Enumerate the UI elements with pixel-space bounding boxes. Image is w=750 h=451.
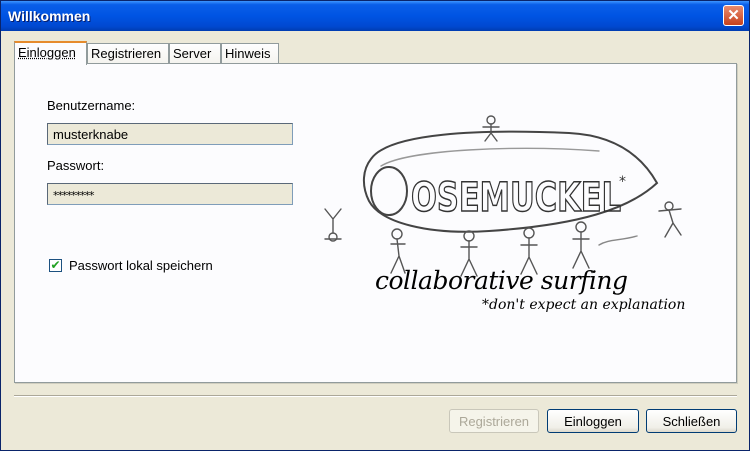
password-label: Passwort: (47, 158, 105, 173)
remember-password-label: Passwort lokal speichern (69, 258, 213, 273)
username-field[interactable] (47, 123, 293, 145)
footer-divider (14, 395, 737, 397)
tab-label: Hinweis (225, 46, 271, 61)
tab-server[interactable]: Server (169, 43, 221, 64)
remember-password-checkbox[interactable]: ✔ (49, 259, 62, 272)
tab-registrieren[interactable]: Registrieren (87, 43, 169, 64)
close-window-button[interactable]: ✕ (723, 5, 744, 26)
login-button[interactable]: Einloggen (547, 409, 639, 433)
logo-asterisk: * (619, 174, 626, 190)
password-field[interactable] (47, 183, 293, 205)
logo-caption: collaborative surfing (375, 266, 628, 295)
logo-wordmark: OSEMUCKEL (411, 175, 621, 221)
window-title: Willkommen (8, 8, 91, 24)
tab-label: Server (173, 46, 212, 61)
osemuckel-logo: OSEMUCKEL * collaborative surfing *don't… (319, 111, 701, 321)
tab-einloggen[interactable]: Einloggen (14, 41, 87, 65)
username-label: Benutzername: (47, 98, 136, 113)
close-button[interactable]: Schließen (646, 409, 737, 433)
tab-hinweis[interactable]: Hinweis (221, 43, 279, 64)
logo-subcaption: *don't expect an explanation (482, 297, 686, 313)
check-icon: ✔ (50, 258, 61, 272)
login-dialog: Willkommen ✕ Einloggen Registrieren Serv… (0, 0, 750, 451)
close-icon: ✕ (727, 7, 740, 24)
tab-label: Einloggen (18, 45, 76, 60)
tab-label: Registrieren (91, 46, 162, 61)
title-bar[interactable]: Willkommen ✕ (1, 1, 749, 31)
register-button[interactable]: Registrieren (449, 409, 539, 433)
